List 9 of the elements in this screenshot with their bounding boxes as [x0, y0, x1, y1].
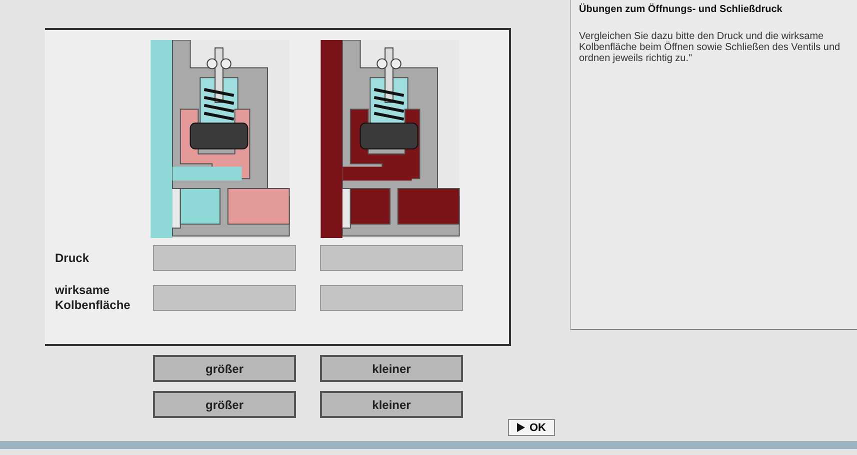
info-title: Übungen zum Öffnungs- und Schließdruck — [579, 4, 784, 15]
answer-tile[interactable]: größer — [153, 355, 296, 382]
answer-tile[interactable]: kleiner — [320, 355, 463, 382]
answer-tile[interactable]: größer — [153, 391, 296, 418]
info-text: Vergleichen Sie dazu bitte den Druck und die wirksame Kolbenfläche beim Öffnen sowie Schließen des Ventils und ordnen jeweils richtig zu." — [579, 31, 842, 64]
row-label: wirksame Kolbenfläche — [55, 283, 132, 313]
ok-button[interactable]: OK — [508, 419, 555, 436]
answer-tile[interactable]: kleiner — [320, 391, 463, 418]
row-label: Druck — [55, 250, 90, 266]
